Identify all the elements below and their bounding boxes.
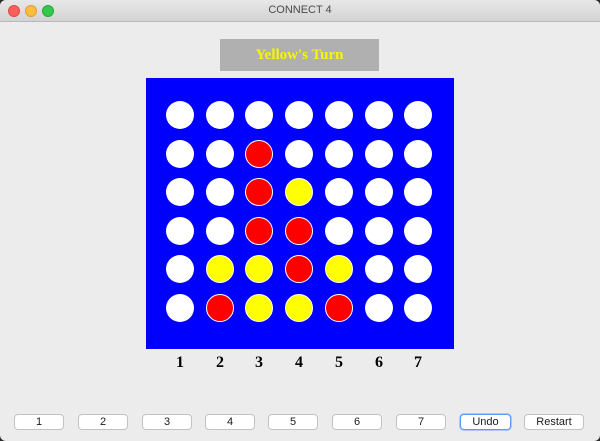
board-cell-r6-c2-red <box>206 294 234 322</box>
board-cell-r3-c3-red <box>245 178 273 206</box>
undo-button[interactable]: Undo <box>460 414 511 430</box>
board-cell-r4-c7-empty <box>404 217 432 245</box>
drop-column-1-button[interactable]: 1 <box>14 414 64 430</box>
board-cell-r2-c2-empty <box>206 140 234 168</box>
drop-column-6-button[interactable]: 6 <box>332 414 382 430</box>
board-cell-r1-c2-empty <box>206 101 234 129</box>
restart-button[interactable]: Restart <box>524 414 584 430</box>
column-label-6: 6 <box>375 354 383 371</box>
drop-column-3-button[interactable]: 3 <box>142 414 192 430</box>
board-cell-r5-c2-yellow <box>206 255 234 283</box>
board-cell-r6-c3-yellow <box>245 294 273 322</box>
board-cell-r6-c1-empty <box>166 294 194 322</box>
board-cell-r3-c7-empty <box>404 178 432 206</box>
drop-column-2-button[interactable]: 2 <box>78 414 128 430</box>
board-cell-r5-c4-red <box>285 255 313 283</box>
board-cell-r2-c5-empty <box>325 140 353 168</box>
board-cell-r6-c4-yellow <box>285 294 313 322</box>
board-cell-r4-c6-empty <box>365 217 393 245</box>
board-cell-r4-c5-empty <box>325 217 353 245</box>
turn-indicator: Yellow's Turn <box>220 39 379 71</box>
board-cell-r6-c6-empty <box>365 294 393 322</box>
board-cell-r2-c4-empty <box>285 140 313 168</box>
board-cell-r1-c7-empty <box>404 101 432 129</box>
drop-column-7-button[interactable]: 7 <box>396 414 446 430</box>
column-label-5: 5 <box>335 354 343 371</box>
column-label-3: 3 <box>255 354 263 371</box>
board-cell-r5-c1-empty <box>166 255 194 283</box>
board-cell-r4-c4-red <box>285 217 313 245</box>
window-title: CONNECT 4 <box>268 4 332 16</box>
column-label-4: 4 <box>295 354 303 371</box>
game-board <box>146 78 454 349</box>
column-label-1: 1 <box>176 354 184 371</box>
board-cell-r4-c3-red <box>245 217 273 245</box>
board-cell-r6-c5-red <box>325 294 353 322</box>
board-cell-r5-c7-empty <box>404 255 432 283</box>
game-window: CONNECT 4 Yellow's Turn 1234567 1234567U… <box>0 0 600 441</box>
board-cell-r1-c6-empty <box>365 101 393 129</box>
board-cell-r6-c7-empty <box>404 294 432 322</box>
board-cell-r2-c6-empty <box>365 140 393 168</box>
board-cell-r2-c1-empty <box>166 140 194 168</box>
title-bar: CONNECT 4 <box>0 0 600 22</box>
board-cell-r3-c6-empty <box>365 178 393 206</box>
board-cell-r3-c4-yellow <box>285 178 313 206</box>
board-cell-r2-c7-empty <box>404 140 432 168</box>
board-cell-r1-c4-empty <box>285 101 313 129</box>
board-cell-r5-c5-yellow <box>325 255 353 283</box>
board-cell-r3-c1-empty <box>166 178 194 206</box>
board-cell-r1-c5-empty <box>325 101 353 129</box>
board-cell-r5-c6-empty <box>365 255 393 283</box>
board-cell-r4-c2-empty <box>206 217 234 245</box>
board-cell-r1-c3-empty <box>245 101 273 129</box>
column-label-2: 2 <box>216 354 224 371</box>
board-cell-r3-c2-empty <box>206 178 234 206</box>
board-cell-r3-c5-empty <box>325 178 353 206</box>
board-cell-r5-c3-yellow <box>245 255 273 283</box>
board-cell-r1-c1-empty <box>166 101 194 129</box>
board-cell-r4-c1-empty <box>166 217 194 245</box>
board-cell-r2-c3-red <box>245 140 273 168</box>
drop-column-4-button[interactable]: 4 <box>205 414 255 430</box>
column-label-7: 7 <box>414 354 422 371</box>
drop-column-5-button[interactable]: 5 <box>268 414 318 430</box>
